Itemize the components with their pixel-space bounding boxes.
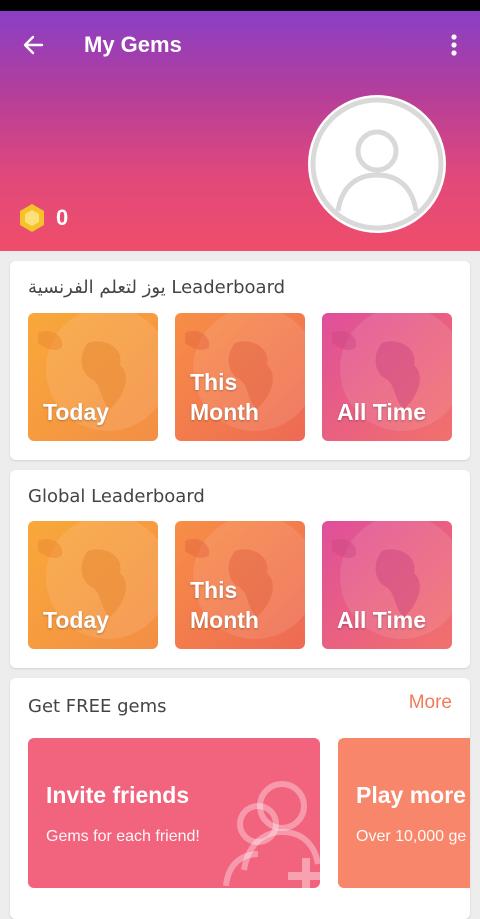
tile-label: All Time [337, 607, 427, 633]
user-avatar-icon [310, 97, 444, 231]
global-today-tile[interactable]: Today [28, 521, 158, 649]
more-link[interactable]: More [409, 692, 452, 714]
app-bar: My Gems [0, 25, 480, 65]
status-bar [0, 0, 480, 11]
global-leaderboard-title: Global Leaderboard [28, 486, 205, 507]
more-vertical-icon [451, 34, 457, 56]
course-leaderboard-title: يوز لتعلم الفرنسية Leaderboard [28, 277, 286, 298]
invite-friends-title: Invite friends [46, 782, 190, 808]
tile-label: Today [43, 607, 110, 633]
free-gems-card: Get FREE gems More Invite friends Gems f… [10, 678, 470, 919]
tile-label-line1: This [190, 369, 238, 395]
course-all-time-tile[interactable]: All Time [322, 313, 452, 441]
course-this-month-tile[interactable]: This Month [175, 313, 305, 441]
invite-friends-card[interactable]: Invite friends Gems for each friend! [28, 738, 320, 888]
tile-label-line2: Month [190, 399, 259, 425]
tile-label: This Month [190, 367, 259, 427]
play-more-title: Play more [356, 782, 466, 808]
hexagon-gem-icon [20, 204, 44, 232]
tile-label-line1: This [190, 577, 238, 603]
page-title: My Gems [84, 32, 182, 57]
tile-label: Today [43, 399, 110, 425]
gem-count: 0 [56, 205, 69, 230]
tile-label: All Time [337, 399, 427, 425]
header: My Gems 0 [0, 11, 480, 251]
play-more-card[interactable]: Play more Over 10,000 ge [338, 738, 470, 888]
global-this-month-tile[interactable]: This Month [175, 521, 305, 649]
avatar[interactable] [308, 95, 446, 233]
tile-label: This Month [190, 575, 259, 635]
global-leaderboard-card: Global Leaderboard Today This Month All … [10, 470, 470, 668]
invite-friends-subtitle: Gems for each friend! [46, 828, 200, 845]
tile-label-line2: Month [190, 607, 259, 633]
global-all-time-tile[interactable]: All Time [322, 521, 452, 649]
back-button[interactable] [18, 29, 50, 61]
course-today-tile[interactable]: Today [28, 313, 158, 441]
gem-balance: 0 [18, 203, 68, 233]
arrow-left-icon [23, 35, 44, 55]
overflow-menu-button[interactable] [440, 29, 468, 61]
add-friends-icon [223, 781, 320, 888]
play-more-subtitle: Over 10,000 ge [356, 828, 467, 845]
course-leaderboard-card: يوز لتعلم الفرنسية Leaderboard Today Thi… [10, 261, 470, 460]
free-gems-title: Get FREE gems [28, 696, 167, 717]
